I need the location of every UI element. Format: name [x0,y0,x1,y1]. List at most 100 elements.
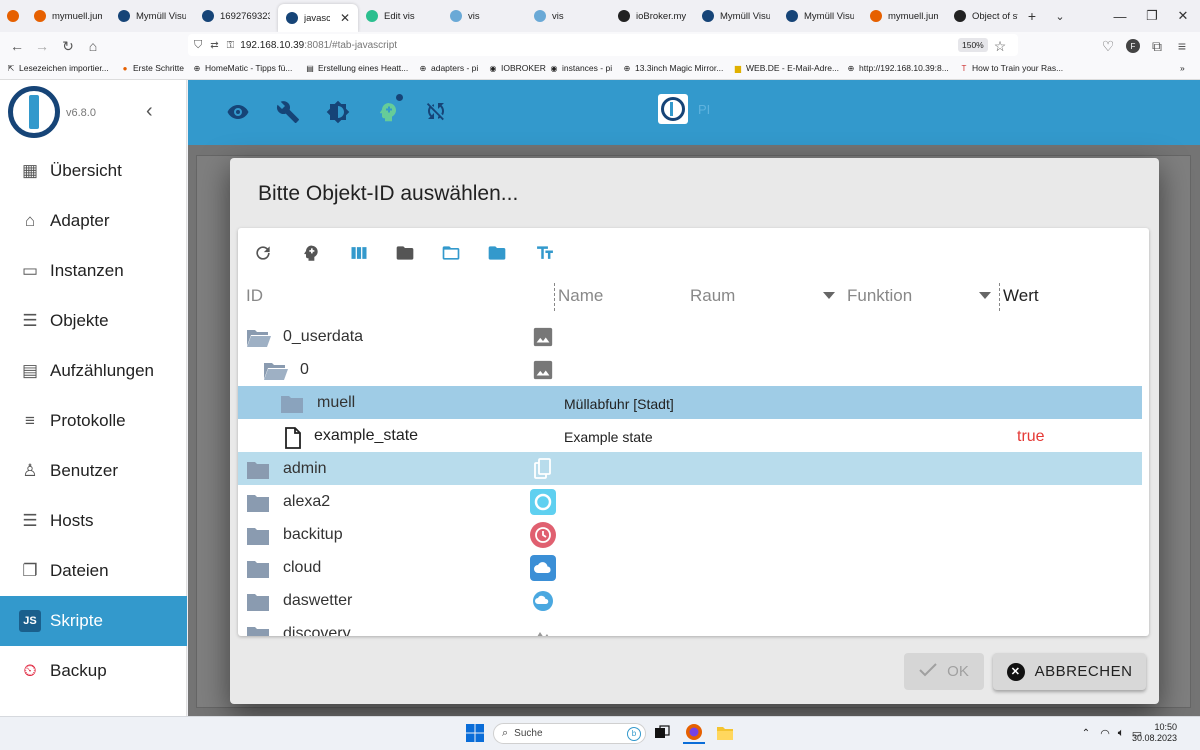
tab-close-icon[interactable]: ✕ [340,11,350,25]
ok-button[interactable]: OK [904,653,984,690]
bookmark-item[interactable]: ⊕ HomeMatic - Tipps fü... [192,63,293,73]
firefox-menu-icon[interactable] [0,0,26,32]
key-icon[interactable]: ⚿ [227,40,235,51]
close-window-icon[interactable]: ✕ [1163,0,1200,32]
expert-mode-icon[interactable] [300,242,322,264]
tree-row-selected[interactable]: muell Müllabfuhr [Stadt] [238,386,1142,419]
browser-tab[interactable]: 16927693237 [194,0,278,32]
collapse-sidebar-icon[interactable]: ‹ [146,100,153,123]
tab-list-chevron-icon[interactable]: ⌄ [1047,0,1073,32]
sidebar-item-backup[interactable]: ⏲ Backup [0,646,187,696]
text-size-icon[interactable] [534,242,556,264]
sidebar-item-objekte[interactable]: ☰ Objekte [0,296,187,346]
column-header-name[interactable]: Name [558,286,603,306]
bookmark-item[interactable]: ▆ WEB.DE - E-Mail-Adre... [733,63,839,73]
app-menu-icon[interactable]: ≡ [1170,32,1194,60]
sidebar-item-uebersicht[interactable]: ▦ Übersicht [0,146,187,196]
bookmark-item[interactable]: ◉ IOBROKER [488,63,546,73]
taskbar-search[interactable]: ⌕ Suche b [493,723,646,744]
bookmark-item[interactable]: ⊕ 13.3inch Magic Mirror... [622,63,724,73]
bookmark-item[interactable]: ⇱ Lesezeichen importier... [6,63,109,73]
tree-row[interactable]: backitup [238,518,1142,551]
folder-open-icon[interactable] [246,328,271,347]
bookmark-item[interactable]: ⊕ http://192.168.10.39:8... [846,63,949,73]
tree-row[interactable]: discovery [238,617,1142,636]
tree-row[interactable]: alexa2 [238,485,1142,518]
sidebar-item-dateien[interactable]: ❐ Dateien [0,546,187,596]
home-icon[interactable]: ⌂ [81,32,105,60]
bookmark-star-icon[interactable]: ☆ [988,32,1012,60]
zoom-badge[interactable]: 150% [958,38,988,52]
tree-row[interactable]: cloud [238,551,1142,584]
permissions-icon[interactable]: ⇄ [210,40,218,51]
column-resize-handle[interactable] [554,283,555,311]
tree-row[interactable]: 0_userdata [238,320,1142,353]
bookmark-item[interactable]: ◉ instances - pi [549,63,613,73]
expert-mode-icon[interactable] [374,98,402,126]
folder-icon[interactable] [246,625,270,636]
iobroker-host-logo[interactable] [658,94,688,124]
folder-icon[interactable] [486,242,508,264]
folder-open-icon[interactable] [440,242,462,264]
browser-tab[interactable]: vis [526,0,610,32]
shield-icon[interactable]: ⛉ [194,39,202,52]
object-value[interactable]: true [1017,428,1045,446]
tree-row[interactable]: 0 [238,353,1142,386]
windows-start-icon[interactable] [464,722,486,744]
folder-icon[interactable] [246,460,270,479]
back-icon[interactable]: ← [5,32,29,60]
browser-tab[interactable]: Mymüll Visual [110,0,194,32]
bookmark-item[interactable]: ● Erste Schritte [120,63,184,73]
folder-icon[interactable] [246,559,270,578]
folder-collapse-icon[interactable] [394,242,416,264]
folder-icon[interactable] [246,526,270,545]
firefox-taskbar-icon[interactable] [683,722,705,744]
bookmark-item[interactable]: ▤ Erstellung eines Heatt... [305,63,408,73]
sync-off-icon[interactable] [422,98,450,126]
taskbar-clock[interactable]: 10:50 30.08.2023 [1132,722,1177,744]
sidebar-item-skripte[interactable]: JS Skripte [0,596,187,646]
browser-tab[interactable]: ioBroker.mym [610,0,694,32]
column-header-value[interactable]: Wert [1003,286,1039,306]
tree-row-highlighted[interactable]: admin [238,452,1142,485]
sidebar-item-hosts[interactable]: ☰ Hosts [0,496,187,546]
browser-tab[interactable]: Object of stat [946,0,1026,32]
function-filter-chevron-icon[interactable] [979,292,991,299]
column-resize-handle[interactable] [999,283,1000,311]
folder-icon[interactable] [246,592,270,611]
address-bar[interactable]: ⛉ ⇄ ⚿ 192.168.10.39:8081/#tab-javascript [188,34,1018,56]
folder-icon[interactable] [280,394,304,413]
columns-icon[interactable] [348,242,370,264]
wrench-icon[interactable] [274,98,302,126]
new-tab-icon[interactable]: + [1019,0,1045,32]
sidebar-item-instanzen[interactable]: ▭ Instanzen [0,246,187,296]
column-header-function[interactable]: Funktion [847,286,912,306]
forward-icon[interactable]: → [30,32,54,60]
sidebar-item-benutzer[interactable]: ♙ Benutzer [0,446,187,496]
browser-tab[interactable]: Mymüll Visual [694,0,778,32]
brightness-icon[interactable] [324,98,352,126]
sidebar-item-adapter[interactable]: ⌂ Adapter [0,196,187,246]
browser-tab[interactable]: vis [442,0,526,32]
sidebar-item-protokolle[interactable]: ≡ Protokolle [0,396,187,446]
folder-icon[interactable] [246,493,270,512]
task-view-icon[interactable] [651,722,673,744]
pocket-icon[interactable]: ♡ [1096,32,1120,60]
account-icon[interactable]: F [1121,32,1145,60]
reload-icon[interactable]: ↻ [56,32,80,60]
tree-row[interactable]: example_state Example state true [238,419,1142,452]
refresh-icon[interactable] [252,242,274,264]
column-header-room[interactable]: Raum [690,286,735,306]
room-filter-chevron-icon[interactable] [823,292,835,299]
browser-tab[interactable]: mymuell.jumomin [862,0,946,32]
tree-row[interactable]: daswetter [238,584,1142,617]
folder-open-icon[interactable] [263,361,288,380]
browser-tab[interactable]: mymuell.jumomin [26,0,110,32]
column-header-id[interactable]: ID [246,286,263,306]
sidebar-item-aufzaehlungen[interactable]: ▤ Aufzählungen [0,346,187,396]
browser-tab[interactable]: Mymüll Visual [778,0,862,32]
bookmark-item[interactable]: ⊕ adapters - pi [418,63,479,73]
file-explorer-icon[interactable] [714,722,736,744]
bookmark-item[interactable]: T How to Train your Ras... [959,63,1064,73]
eye-icon[interactable] [224,98,252,126]
